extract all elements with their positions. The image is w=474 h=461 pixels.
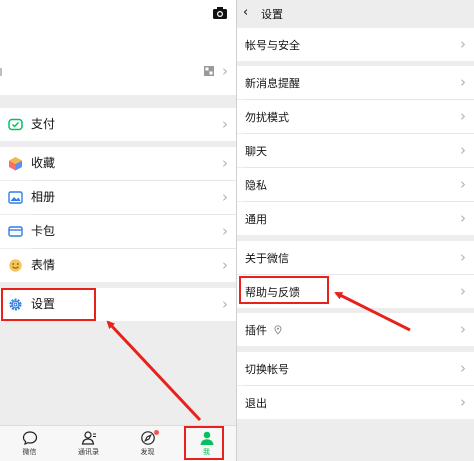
settings-item-dnd[interactable]: 勿扰模式 › xyxy=(237,100,474,133)
menu-item-label: 表情 xyxy=(31,258,56,272)
chevron-right-icon: › xyxy=(222,62,228,80)
profile-header[interactable]: › xyxy=(0,0,236,95)
menu-item-album[interactable]: 相册 › xyxy=(0,181,236,214)
chevron-right-icon: › xyxy=(460,282,466,300)
camera-icon[interactable] xyxy=(212,6,228,20)
chevron-right-icon: › xyxy=(222,295,228,313)
chevron-right-icon: › xyxy=(222,154,228,172)
chevron-right-icon: › xyxy=(460,248,466,266)
smiley-icon xyxy=(9,259,22,272)
chevron-right-icon: › xyxy=(460,209,466,227)
settings-item-label: 新消息提醒 xyxy=(245,77,300,90)
settings-item-label: 隐私 xyxy=(245,179,267,192)
chevron-right-icon: › xyxy=(222,188,228,206)
settings-item-privacy[interactable]: 隐私 › xyxy=(237,168,474,201)
menu-item-pay[interactable]: 支付 › xyxy=(0,108,236,141)
menu-item-label: 相册 xyxy=(31,190,56,204)
settings-item-label: 勿扰模式 xyxy=(245,111,289,124)
contacts-icon xyxy=(81,431,96,445)
settings-item-general[interactable]: 通用 › xyxy=(237,202,474,235)
chevron-right-icon: › xyxy=(460,35,466,53)
menu-item-favorites[interactable]: 收藏 › xyxy=(0,147,236,180)
settings-item-plugins[interactable]: 插件 › xyxy=(237,313,474,346)
settings-item-label: 关于微信 xyxy=(245,252,289,265)
settings-item-label: 退出 xyxy=(245,397,267,410)
menu-item-label: 卡包 xyxy=(31,224,56,238)
menu-item-stickers[interactable]: 表情 › xyxy=(0,249,236,282)
chevron-right-icon: › xyxy=(222,115,228,133)
pin-icon xyxy=(274,325,282,335)
help-highlight xyxy=(239,276,329,304)
tab-label: 微信 xyxy=(22,448,37,456)
card-icon xyxy=(8,226,23,237)
cube-icon xyxy=(9,157,22,171)
qr-code-icon[interactable] xyxy=(204,66,214,76)
me-tab-highlight xyxy=(184,426,224,460)
settings-item-label: 聊天 xyxy=(245,145,267,158)
settings-item-label: 通用 xyxy=(245,213,267,226)
photo-icon xyxy=(8,191,23,204)
chevron-right-icon: › xyxy=(460,393,466,411)
chevron-right-icon: › xyxy=(222,222,228,240)
settings-item-label: 插件 xyxy=(245,324,267,337)
settings-item-notifications[interactable]: 新消息提醒 › xyxy=(237,66,474,99)
menu-item-cards[interactable]: 卡包 › xyxy=(0,215,236,248)
chevron-right-icon: › xyxy=(222,256,228,274)
chevron-right-icon: › xyxy=(460,175,466,193)
tab-label: 发现 xyxy=(140,448,155,456)
chevron-right-icon: › xyxy=(460,359,466,377)
tab-discover[interactable]: 发现 xyxy=(118,426,177,461)
settings-item-logout[interactable]: 退出 › xyxy=(237,386,474,419)
nav-bar: ‹ 设置 xyxy=(237,0,474,26)
chevron-right-icon: › xyxy=(460,141,466,159)
wallet-icon xyxy=(8,118,23,131)
chat-bubble-icon xyxy=(22,431,37,446)
me-page: › 支付 › 收藏 › 相册 › 卡包 › 表情 › 设置 › 微信 通讯录 发… xyxy=(0,0,236,461)
settings-highlight xyxy=(1,288,96,321)
tab-label: 通讯录 xyxy=(78,448,99,456)
settings-item-about[interactable]: 关于微信 › xyxy=(237,241,474,274)
chevron-right-icon: › xyxy=(460,320,466,338)
settings-item-switch-account[interactable]: 切换帐号 › xyxy=(237,352,474,385)
menu-item-label: 支付 xyxy=(31,117,56,131)
menu-item-label: 收藏 xyxy=(31,156,56,170)
settings-item-account[interactable]: 帐号与安全 › xyxy=(237,28,474,61)
settings-item-chat[interactable]: 聊天 › xyxy=(237,134,474,167)
page-title: 设置 xyxy=(261,8,283,21)
settings-item-label: 切换帐号 xyxy=(245,363,289,376)
new-badge xyxy=(154,430,159,435)
avatar-edge xyxy=(0,68,2,76)
back-arrow-icon[interactable]: ‹ xyxy=(243,5,248,20)
settings-page: ‹ 设置 帐号与安全 › 新消息提醒 › 勿扰模式 › 聊天 › 隐私 › 通用… xyxy=(237,0,474,461)
tab-contacts[interactable]: 通讯录 xyxy=(59,426,118,461)
settings-item-label: 帐号与安全 xyxy=(245,39,300,52)
chevron-right-icon: › xyxy=(460,107,466,125)
chevron-right-icon: › xyxy=(460,73,466,91)
tab-chats[interactable]: 微信 xyxy=(0,426,59,461)
